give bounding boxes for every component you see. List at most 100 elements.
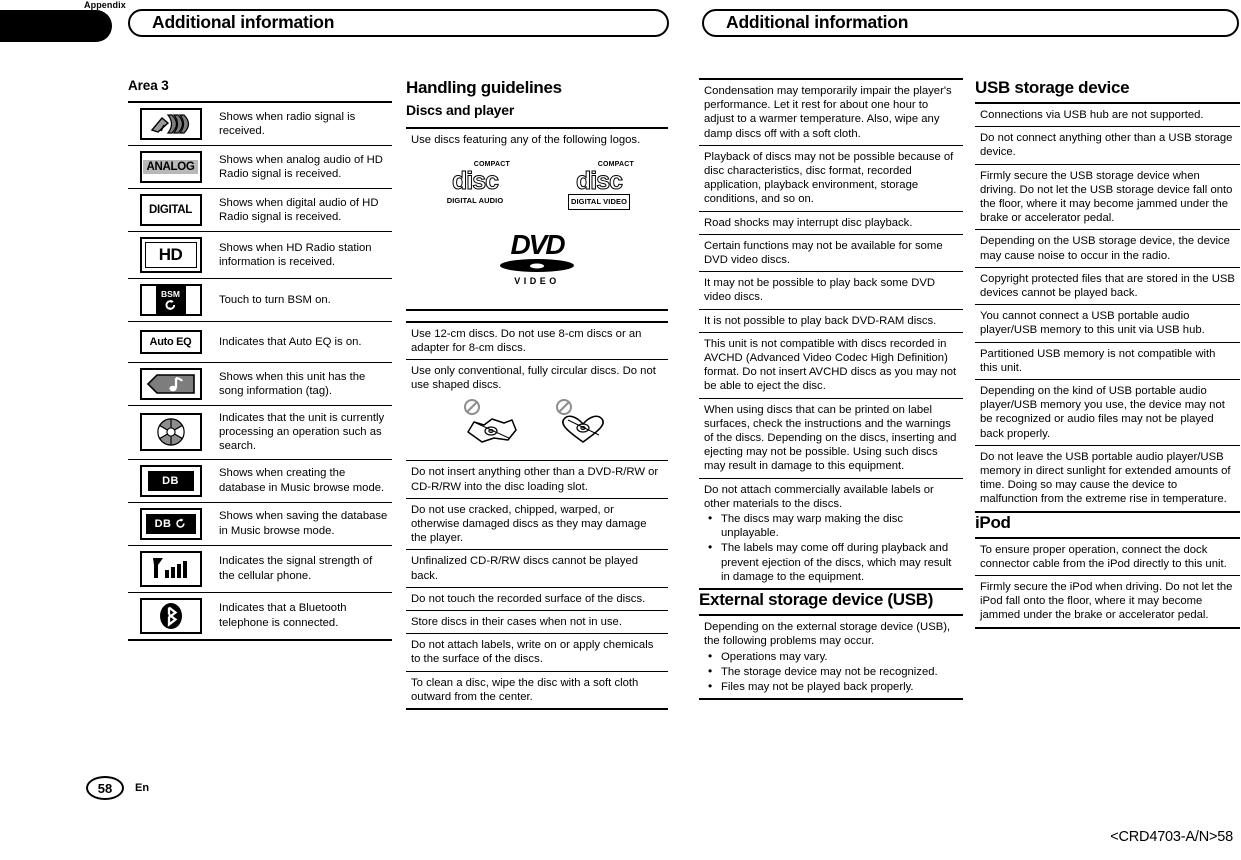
db-saving-label: DB <box>154 517 172 530</box>
cd-video-main-text: disc <box>575 167 623 196</box>
rule-text: Do not leave the USB portable audio play… <box>980 450 1231 506</box>
list-item: Depending on the USB storage device, the… <box>975 230 1240 268</box>
icon-description: Indicates the signal strength of the cel… <box>219 555 373 582</box>
disc-logos: COMPACT disc DIGITAL AUDIO COMPACT disc … <box>411 147 663 304</box>
usb-storage-heading: USB storage device <box>975 78 1130 97</box>
list-item: When using discs that can be printed on … <box>699 399 963 479</box>
no-shaped-disc-icon-1 <box>464 399 517 444</box>
icon-description: Shows when analog audio of HD Radio sign… <box>219 153 383 180</box>
list-item: Partitioned USB memory is not compatible… <box>975 343 1240 381</box>
rule-text: To ensure proper operation, connect the … <box>980 543 1227 570</box>
list-item: This unit is not compatible with discs r… <box>699 333 963 399</box>
column-usb-ipod: USB storage device Connections via USB h… <box>975 78 1240 629</box>
list-item: Use 12-cm discs. Do not use 8-cm discs o… <box>406 323 668 361</box>
list-item: Road shocks may interrupt disc playback. <box>699 212 963 235</box>
list-item: Firmly secure the iPod when driving. Do … <box>975 576 1240 627</box>
table-row: Indicates that the unit is currently pro… <box>128 406 392 460</box>
hd-inner-frame <box>144 242 197 268</box>
list-item: Certain functions may not be available f… <box>699 235 963 273</box>
analog-badge-label: ANALOG <box>143 160 198 174</box>
cd-video-bottom-text: DIGITAL VIDEO <box>567 194 631 211</box>
rule-text: Playback of discs may not be possible be… <box>704 150 954 206</box>
icon-cell <box>128 593 213 639</box>
processing-spinner-icon <box>139 413 202 452</box>
language-code: En <box>135 782 150 794</box>
rule-text: To clean a disc, wipe the disc with a so… <box>411 676 639 703</box>
icon-cell: BSM <box>128 279 213 321</box>
rule-text: This unit is not compatible with discs r… <box>704 337 957 393</box>
compact-disc-logo-pair: COMPACT disc DIGITAL AUDIO COMPACT disc … <box>411 161 663 211</box>
rule-text: It is not possible to play back DVD-RAM … <box>704 314 937 327</box>
icon-cell: DIGITAL <box>128 189 213 231</box>
list-item: Firmly secure the USB storage device whe… <box>975 165 1240 231</box>
rule-text: Use 12-cm discs. Do not use 8-cm discs o… <box>411 327 642 354</box>
discs-and-player-subheading: Discs and player <box>406 102 515 118</box>
list-item: To ensure proper operation, connect the … <box>975 539 1240 577</box>
list-item: Unfinalized CD-R/RW discs cannot be play… <box>406 550 668 588</box>
table-row: Shows when radio signal is received. <box>128 103 392 146</box>
list-item: Connections via USB hub are not supporte… <box>975 104 1240 128</box>
thumb-index-tab <box>0 10 112 42</box>
rule-text: Depending on the external storage device… <box>704 621 951 648</box>
list-item: Do not insert anything other than a DVD-… <box>406 461 668 499</box>
logo-rules-table: Use discs featuring any of the following… <box>406 127 668 311</box>
rule-text: Copyright protected files that are store… <box>980 272 1235 300</box>
rule-text: Do not insert anything other than a DVD-… <box>411 466 659 493</box>
table-row: Shows when this unit has the song inform… <box>128 363 392 406</box>
document-code: <CRD4703-A/N>58 <box>1110 829 1233 845</box>
dvd-video-logo: DVD VIDEO <box>500 231 574 288</box>
rule-text: Store discs in their cases when not in u… <box>411 616 622 629</box>
icon-cell <box>128 363 213 405</box>
icon-description: Shows when saving the database in Music … <box>219 510 388 537</box>
table-row: DIGITAL Shows when digital audio of HD R… <box>128 189 392 232</box>
rule-text: Condensation may temporarily impair the … <box>704 85 952 140</box>
list-item: Playback of discs may not be possible be… <box>699 146 963 212</box>
digital-badge-label: DIGITAL <box>148 204 193 216</box>
rule-text: Do not connect anything other than a USB… <box>980 132 1233 159</box>
icon-description: Indicates that the unit is currently pro… <box>219 412 385 453</box>
icon-description: Shows when digital audio of HD Radio sig… <box>219 196 379 223</box>
auto-eq-badge-label: Auto EQ <box>149 336 192 348</box>
page-footer: 58 En <box>86 776 149 800</box>
banner-right: Additional information <box>702 9 1239 37</box>
list-item: Use only conventional, fully circular di… <box>406 360 668 462</box>
column-handling-guidelines: Handling guidelines Discs and player Use… <box>406 78 668 711</box>
icon-description: Indicates that Auto EQ is on. <box>219 335 362 348</box>
icon-description: Shows when HD Radio station information … <box>219 241 372 268</box>
icon-description: Touch to turn BSM on. <box>219 293 331 306</box>
list-item: Do not leave the USB portable audio play… <box>975 446 1240 511</box>
icon-cell: HD <box>128 232 213 278</box>
rule-text: When using discs that can be printed on … <box>704 403 957 473</box>
hd-badge-icon: HD <box>139 237 202 273</box>
analog-badge-icon: ANALOG <box>139 151 202 183</box>
area3-icon-table: Shows when radio signal is received. ANA… <box>128 101 392 641</box>
bsm-badge-icon[interactable]: BSM <box>139 284 202 316</box>
column-disc-notes: Condensation may temporarily impair the … <box>699 78 963 701</box>
bullet-item: The storage device may not be recognized… <box>704 664 958 679</box>
rule-text: Depending on the kind of USB portable au… <box>980 385 1225 440</box>
bullet-item: The labels may come off during playback … <box>704 540 958 584</box>
rule-text: It may not be possible to play back some… <box>704 277 936 304</box>
icon-cell <box>128 546 213 592</box>
bsm-badge-label: BSM <box>161 288 180 299</box>
list-item: Do not attach commercially available lab… <box>699 479 963 588</box>
auto-eq-badge-icon: Auto EQ <box>139 330 202 354</box>
rule-text: You cannot connect a USB portable audio … <box>980 310 1205 337</box>
list-item: Copyright protected files that are store… <box>975 268 1240 306</box>
banner-left-title: Additional information <box>152 12 335 33</box>
rule-text: Do not attach labels, write on or apply … <box>411 639 654 666</box>
table-row: Indicates that a Bluetooth telephone is … <box>128 593 392 639</box>
table-row: ANALOG Shows when analog audio of HD Rad… <box>128 146 392 189</box>
external-storage-table: Depending on the external storage device… <box>699 614 963 701</box>
disc-notes-table: Condensation may temporarily impair the … <box>699 78 963 591</box>
database-saving-icon: DB <box>139 507 202 540</box>
rule-text: Do not touch the recorded surface of the… <box>411 592 646 605</box>
rule-text: Road shocks may interrupt disc playback. <box>704 216 913 229</box>
icon-cell: ANALOG <box>128 146 213 188</box>
list-item: Do not connect anything other than a USB… <box>975 127 1240 165</box>
db-creating-label: DB <box>147 470 194 491</box>
save-arrow-icon <box>176 518 185 528</box>
list-item: Use discs featuring any of the following… <box>406 129 668 309</box>
list-item: Do not touch the recorded surface of the… <box>406 588 668 612</box>
song-tag-icon <box>139 368 202 400</box>
